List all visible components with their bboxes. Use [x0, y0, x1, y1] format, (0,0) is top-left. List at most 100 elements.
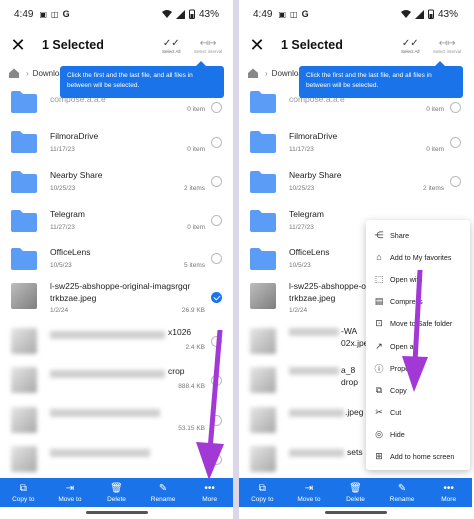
- blurred-name: [289, 328, 339, 336]
- select-checkbox-checked[interactable]: [211, 292, 222, 303]
- select-checkbox[interactable]: [450, 137, 461, 148]
- copy-to-button[interactable]: ⧉ Copy to: [0, 478, 47, 507]
- select-checkbox[interactable]: [211, 336, 222, 347]
- folder-icon: [11, 169, 37, 193]
- rename-button[interactable]: ✎ Rename: [379, 478, 426, 507]
- menu-item-compress[interactable]: ▤ Compress: [366, 291, 470, 313]
- copy-to-button[interactable]: ⧉ Copy to: [239, 478, 286, 507]
- file-name-line2: drop: [341, 377, 359, 387]
- more-label: More: [441, 495, 457, 503]
- home-gesture-pill[interactable]: [86, 511, 148, 514]
- signal-icon: [175, 9, 185, 19]
- selection-header: ✕ 1 Selected ✓✓ Select All ↤↦ Select int…: [239, 30, 472, 64]
- select-checkbox[interactable]: [211, 102, 222, 113]
- home-gesture-pill[interactable]: [325, 511, 387, 514]
- select-checkbox[interactable]: [211, 215, 222, 226]
- file-name-line2: trkbzae.jpeg: [289, 293, 336, 303]
- list-item[interactable]: 53.15 KB: [0, 401, 233, 439]
- menu-item-add-favorites[interactable]: ⌂ Add to My favorites: [366, 246, 470, 268]
- list-item-selected[interactable]: l-sw225-abshoppe-original-imagsrgqr trkb…: [0, 279, 233, 321]
- menu-item-hide[interactable]: ◎ Hide: [366, 424, 470, 446]
- list-item[interactable]: OfficeLens 10/5/23 5 items: [0, 240, 233, 278]
- list-item[interactable]: FilmoraDrive 11/17/23 0 item: [0, 121, 233, 159]
- delete-label: Delete: [346, 495, 365, 503]
- delete-button[interactable]: 🗑 Delete: [332, 478, 379, 507]
- list-item[interactable]: crop 888.4 KB: [0, 361, 233, 399]
- menu-item-safe-folder[interactable]: ⊡ Move to Safe folder: [366, 313, 470, 335]
- menu-item-copy[interactable]: ⧉ Copy: [366, 379, 470, 401]
- select-checkbox[interactable]: [211, 137, 222, 148]
- file-name: FilmoraDrive: [50, 131, 99, 141]
- image-thumbnail: [11, 328, 37, 354]
- home-icon[interactable]: [8, 67, 20, 79]
- battery-icon: [188, 9, 195, 19]
- menu-item-cut[interactable]: ✂ Cut: [366, 402, 470, 424]
- list-item[interactable]: Nearby Share 10/25/23 2 items: [239, 161, 472, 199]
- select-checkbox[interactable]: [211, 176, 222, 187]
- select-interval-button[interactable]: ↤↦ Select interval: [433, 38, 461, 54]
- blurred-name: [289, 367, 339, 375]
- file-name: Telegram: [289, 209, 324, 219]
- folder-icon: [250, 129, 276, 153]
- menu-item-home-screen[interactable]: ⊞ Add to home screen: [366, 446, 470, 468]
- status-bar: 4:49 ▣ ◫ G 43%: [0, 0, 233, 28]
- folder-icon: [11, 208, 37, 232]
- left-screen: 4:49 ▣ ◫ G 43% ✕ 1 Selected ✓✓ Select Al…: [0, 0, 233, 519]
- select-interval-tooltip: Click the first and the last file, and a…: [60, 61, 224, 98]
- file-name: Nearby Share: [289, 170, 342, 180]
- select-all-button[interactable]: ✓✓ Select All: [162, 38, 181, 54]
- copy-icon: ⧉: [375, 384, 383, 395]
- list-item[interactable]: x1026 2.4 KB: [0, 322, 233, 360]
- list-item[interactable]: Telegram 11/27/23 0 item: [0, 200, 233, 238]
- select-all-icon: ✓✓: [401, 38, 419, 49]
- image-thumbnail: [250, 328, 276, 354]
- select-checkbox[interactable]: [450, 102, 461, 113]
- menu-item-share[interactable]: ⋲ Share: [366, 224, 470, 246]
- file-name-line1: l-sw225-abshoppe-original-imagsrgqr: [50, 281, 191, 291]
- rename-button[interactable]: ✎ Rename: [140, 478, 187, 507]
- select-checkbox[interactable]: [450, 176, 461, 187]
- select-checkbox[interactable]: [211, 375, 222, 386]
- select-checkbox[interactable]: [211, 415, 222, 426]
- move-to-button[interactable]: ⇥ Move to: [47, 478, 94, 507]
- list-item[interactable]: FilmoraDrive 11/17/23 0 item: [239, 121, 472, 159]
- menu-item-open-with[interactable]: ⬚ Open with: [366, 268, 470, 290]
- home-icon: ⌂: [376, 252, 382, 263]
- more-button[interactable]: ••• More: [425, 478, 472, 507]
- select-interval-button[interactable]: ↤↦ Select interval: [194, 38, 222, 54]
- safe-folder-icon: ⊡: [375, 318, 383, 329]
- share-icon: ⋲: [374, 229, 384, 240]
- delete-button[interactable]: 🗑 Delete: [93, 478, 140, 507]
- menu-item-open-as[interactable]: ↗ Open as: [366, 335, 470, 357]
- image-thumbnail: [250, 446, 276, 472]
- file-name: crop: [168, 366, 185, 376]
- notification-icon: ▣: [39, 9, 48, 19]
- select-checkbox[interactable]: [211, 253, 222, 264]
- select-all-label: Select All: [401, 49, 420, 54]
- copy-to-label: Copy to: [251, 495, 274, 503]
- close-icon[interactable]: ✕: [248, 36, 266, 54]
- hide-icon: ◎: [375, 429, 383, 440]
- select-all-button[interactable]: ✓✓ Select All: [401, 38, 420, 54]
- home-icon[interactable]: [247, 67, 259, 79]
- image-thumbnail: [11, 407, 37, 433]
- menu-item-properties[interactable]: ⓘ Properties: [366, 357, 470, 379]
- delete-label: Delete: [107, 495, 126, 503]
- list-item[interactable]: [0, 440, 233, 478]
- select-checkbox[interactable]: [211, 454, 222, 465]
- file-name: x1026: [168, 327, 192, 337]
- image-thumbnail: [11, 446, 37, 472]
- more-button[interactable]: ••• More: [186, 478, 233, 507]
- folder-icon: [250, 89, 276, 113]
- more-dots-icon: •••: [443, 482, 454, 494]
- move-to-button[interactable]: ⇥ Move to: [286, 478, 333, 507]
- list-item[interactable]: Nearby Share 10/25/23 2 items: [0, 161, 233, 199]
- image-thumbnail: [250, 407, 276, 433]
- close-icon[interactable]: ✕: [9, 36, 27, 54]
- page-title: 1 Selected: [281, 38, 343, 52]
- folder-icon: [11, 89, 37, 113]
- open-with-icon: ⬚: [374, 273, 384, 284]
- pencil-icon: ✎: [158, 482, 168, 494]
- file-date: 11/27/23: [289, 224, 314, 231]
- trash-icon: 🗑: [349, 482, 362, 494]
